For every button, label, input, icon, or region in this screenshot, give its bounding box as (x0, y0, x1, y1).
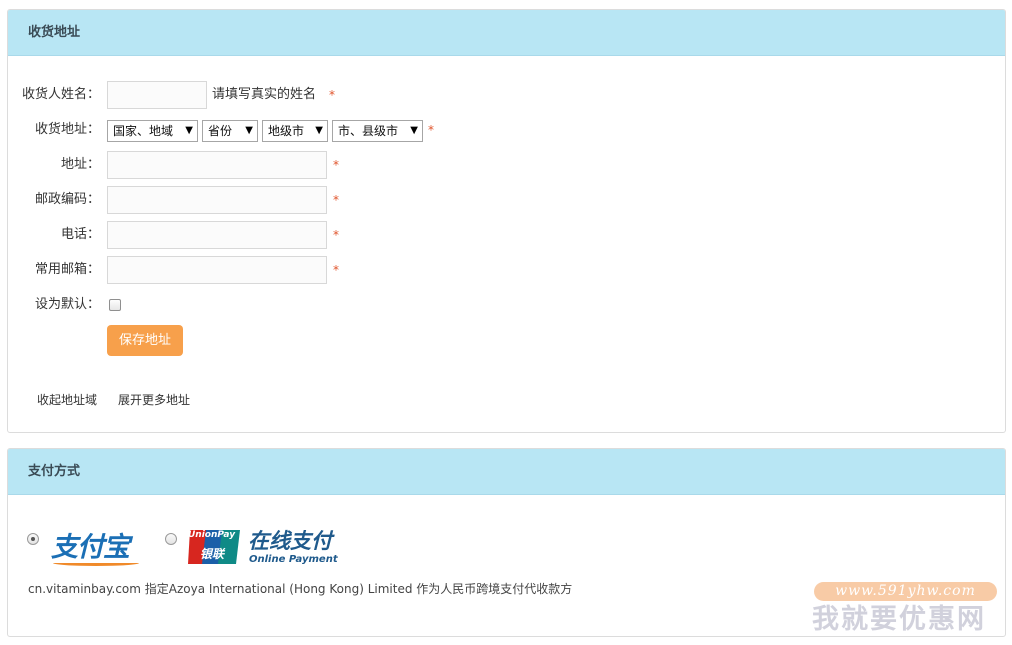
region-row: 收货地址： 国家、地域 ▼ 省份 ▼ 地级市 ▼ 市、县级市 ▼ * (8, 116, 998, 144)
phone-required-mark: * (333, 228, 339, 242)
city-select[interactable]: 地级市 ▼ (262, 120, 328, 142)
save-address-button[interactable]: 保存地址 (107, 325, 183, 356)
unionpay-logo-text: UnionPay (188, 530, 236, 540)
unionpay-online-en: Online Payment (249, 554, 338, 565)
unionpay-radio[interactable] (165, 533, 177, 545)
unionpay-logo-cn: 银联 (200, 547, 225, 561)
email-row: 常用邮箱： * (8, 256, 998, 284)
default-label: 设为默认： (34, 297, 100, 312)
unionpay-logo[interactable]: UnionPay 银联 (186, 528, 242, 566)
city-select-value: 地级市 (268, 124, 305, 138)
region-required-mark: * (428, 123, 434, 137)
unionpay-online-cn: 在线支付 (248, 529, 332, 553)
address-panel-title: 收货地址 (8, 10, 1005, 56)
country-select[interactable]: 国家、地域 ▼ (107, 120, 198, 142)
alipay-radio[interactable] (27, 533, 39, 545)
watermark: www.591yhw.com 我就要优惠网 (810, 580, 1000, 640)
province-select-value: 省份 (208, 124, 233, 138)
street-label: 地址： (60, 157, 100, 172)
country-select-value: 国家、地域 (113, 124, 174, 138)
street-input[interactable] (107, 151, 327, 179)
street-required-mark: * (333, 158, 339, 172)
province-select[interactable]: 省份 ▼ (202, 120, 258, 142)
name-label: 收货人姓名： (21, 87, 100, 102)
watermark-url: www.591yhw.com (814, 582, 997, 601)
name-input[interactable] (107, 81, 207, 109)
phone-input[interactable] (107, 221, 327, 249)
name-required-mark: * (329, 88, 335, 102)
name-hint: 请填写真实的姓名 (212, 87, 317, 102)
district-select-value: 市、县级市 (338, 124, 399, 138)
payment-note: cn.vitaminbay.com 指定Azoya International … (28, 582, 573, 596)
unionpay-online-label[interactable]: 在线支付 Online Payment (248, 528, 338, 565)
chevron-down-icon: ▼ (185, 125, 193, 136)
postcode-required-mark: * (333, 193, 339, 207)
postcode-input[interactable] (107, 186, 327, 214)
postcode-row: 邮政编码： * (8, 186, 998, 214)
chevron-down-icon: ▼ (315, 125, 323, 136)
alipay-swoosh-icon (53, 560, 139, 566)
phone-label: 电话： (60, 227, 100, 242)
default-row: 设为默认： (8, 291, 998, 319)
payment-panel-title: 支付方式 (8, 449, 1005, 495)
district-select[interactable]: 市、县级市 ▼ (332, 120, 423, 142)
collapse-address-link[interactable]: 收起地址域 (37, 391, 97, 408)
postcode-label: 邮政编码： (34, 192, 100, 207)
alipay-logo[interactable]: 支付宝 (51, 531, 143, 567)
watermark-text: 我就要优惠网 (812, 604, 986, 635)
chevron-down-icon: ▼ (245, 125, 253, 136)
phone-row: 电话： * (8, 221, 998, 249)
name-row: 收货人姓名： 请填写真实的姓名 * (8, 81, 998, 109)
default-checkbox[interactable] (109, 299, 121, 311)
email-input[interactable] (107, 256, 327, 284)
expand-address-link[interactable]: 展开更多地址 (118, 391, 190, 408)
region-label: 收货地址： (34, 122, 100, 137)
chevron-down-icon: ▼ (410, 125, 418, 136)
email-required-mark: * (333, 263, 339, 277)
address-panel: 收货地址 收货人姓名： 请填写真实的姓名 * 收货地址： 国家、地域 ▼ 省份 … (7, 9, 1006, 433)
street-row: 地址： * (8, 151, 998, 179)
email-label: 常用邮箱： (34, 262, 100, 277)
